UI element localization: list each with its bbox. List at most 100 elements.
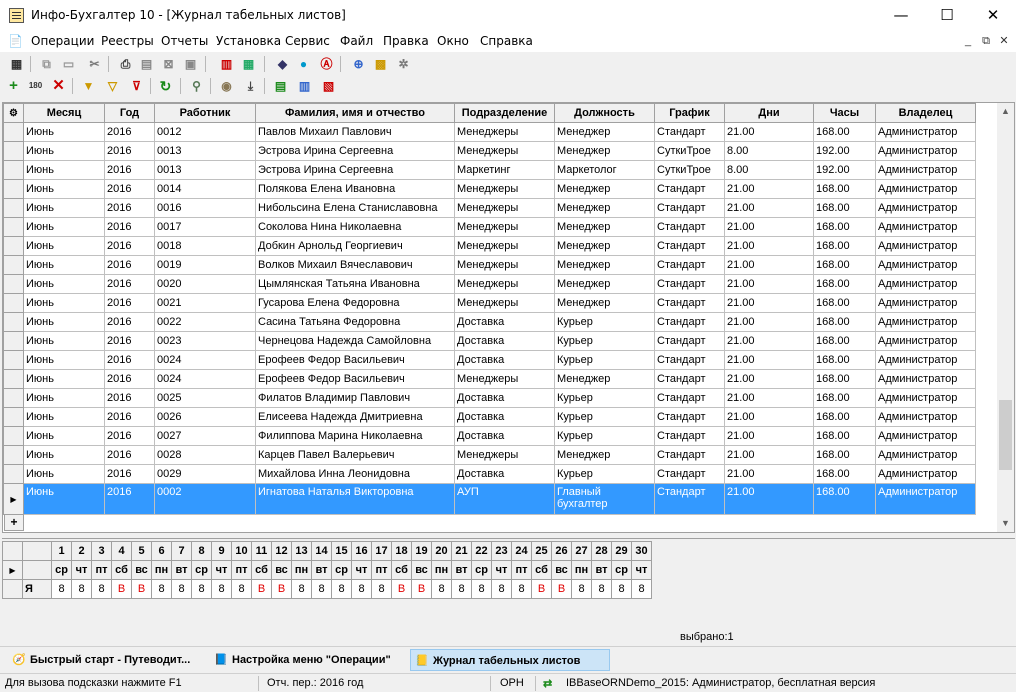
cell-month[interactable]: Июнь: [23, 312, 105, 332]
copy-icon[interactable]: ⧉: [38, 56, 55, 72]
row-selector[interactable]: [3, 312, 24, 332]
row-selector[interactable]: [3, 217, 24, 237]
cell-department[interactable]: Доставка: [454, 407, 555, 427]
cell-full-name[interactable]: Филатов Владимир Павлович: [255, 388, 455, 408]
cell-days[interactable]: 21.00: [724, 426, 814, 446]
cell-employee[interactable]: 0019: [154, 255, 256, 275]
cell-days[interactable]: 21.00: [724, 369, 814, 389]
paste-icon[interactable]: ▭: [60, 56, 77, 72]
access-icon[interactable]: Ⓐ: [318, 56, 335, 72]
cell-year[interactable]: 2016: [104, 293, 155, 313]
row-selector[interactable]: [3, 274, 24, 294]
table-row[interactable]: Июнь 2016 0012 Павлов Михаил Павлович Менедж…: [3, 122, 976, 142]
cell-month[interactable]: Июнь: [23, 426, 105, 446]
table-row[interactable]: Июнь 2016 0013 Эстрова Ирина Сергеевна Марке…: [3, 160, 976, 180]
settings-icon[interactable]: ✲: [395, 56, 412, 72]
calendar-day-value[interactable]: 8: [451, 579, 472, 599]
calendar-day-value[interactable]: 8: [91, 579, 112, 599]
cell-hours[interactable]: 168.00: [813, 255, 876, 275]
cell-year[interactable]: 2016: [104, 445, 155, 465]
cell-schedule[interactable]: Стандарт: [654, 198, 725, 218]
print-icon[interactable]: ⎙: [117, 56, 134, 72]
cell-schedule[interactable]: Стандарт: [654, 236, 725, 256]
grid-settings-icon[interactable]: ⚙: [3, 103, 24, 123]
cell-employee[interactable]: 0021: [154, 293, 256, 313]
cell-position[interactable]: Менеджер: [554, 141, 655, 161]
book-icon[interactable]: ◆: [274, 56, 291, 72]
cell-department[interactable]: Менеджеры: [454, 445, 555, 465]
table-row[interactable]: Июнь 2016 0029 Михайлова Инна Леонидовна Дос…: [3, 464, 976, 484]
cell-employee[interactable]: 0014: [154, 179, 256, 199]
cell-position[interactable]: Курьер: [554, 331, 655, 351]
cell-department[interactable]: Менеджеры: [454, 179, 555, 199]
calendar-day-value[interactable]: 8: [471, 579, 492, 599]
cell-department[interactable]: Доставка: [454, 350, 555, 370]
cell-position[interactable]: Курьер: [554, 350, 655, 370]
cell-schedule[interactable]: Стандарт: [654, 293, 725, 313]
cell-days[interactable]: 21.00: [724, 483, 814, 515]
cell-position[interactable]: Менеджер: [554, 122, 655, 142]
calendar-day-value[interactable]: 8: [351, 579, 372, 599]
scrollbar-thumb[interactable]: [999, 400, 1012, 470]
cell-month[interactable]: Июнь: [23, 274, 105, 294]
cell-year[interactable]: 2016: [104, 217, 155, 237]
add-icon[interactable]: +: [5, 78, 22, 94]
cell-hours[interactable]: 168.00: [813, 217, 876, 237]
cell-year[interactable]: 2016: [104, 407, 155, 427]
table-row[interactable]: Июнь 2016 0014 Полякова Елена Ивановна Менед…: [3, 179, 976, 199]
cell-department[interactable]: Менеджеры: [454, 198, 555, 218]
cell-position[interactable]: Менеджер: [554, 217, 655, 237]
cell-schedule[interactable]: СуткиТрое: [654, 160, 725, 180]
cell-month[interactable]: Июнь: [23, 293, 105, 313]
cell-department[interactable]: Менеджеры: [454, 293, 555, 313]
row-selector[interactable]: [3, 331, 24, 351]
cell-full-name[interactable]: Павлов Михаил Павлович: [255, 122, 455, 142]
cell-owner[interactable]: Администратор: [875, 426, 976, 446]
column-header-full-name[interactable]: Фамилия, имя и отчество: [255, 103, 455, 123]
cell-hours[interactable]: 192.00: [813, 141, 876, 161]
cell-position[interactable]: Менеджер: [554, 179, 655, 199]
cell-days[interactable]: 21.00: [724, 255, 814, 275]
cell-position[interactable]: Менеджер: [554, 236, 655, 256]
cell-days[interactable]: 21.00: [724, 122, 814, 142]
cell-year[interactable]: 2016: [104, 198, 155, 218]
row-selector[interactable]: [3, 369, 24, 389]
cell-year[interactable]: 2016: [104, 331, 155, 351]
cell-employee[interactable]: 0022: [154, 312, 256, 332]
cell-hours[interactable]: 168.00: [813, 198, 876, 218]
cell-department[interactable]: Менеджеры: [454, 369, 555, 389]
column-header-department[interactable]: Подразделение: [454, 103, 555, 123]
filter-icon[interactable]: ▼: [80, 78, 97, 94]
cell-department[interactable]: Доставка: [454, 331, 555, 351]
cell-days[interactable]: 21.00: [724, 388, 814, 408]
cell-full-name[interactable]: Полякова Елена Ивановна: [255, 179, 455, 199]
cell-employee[interactable]: 0025: [154, 388, 256, 408]
row-selector[interactable]: [3, 293, 24, 313]
cell-schedule[interactable]: Стандарт: [654, 388, 725, 408]
cell-days[interactable]: 8.00: [724, 160, 814, 180]
export-icon[interactable]: ▣: [182, 56, 199, 72]
cell-department[interactable]: Доставка: [454, 426, 555, 446]
tab-timesheet-journal[interactable]: 📒 Журнал табельных листов: [410, 649, 610, 671]
calendar-day-value[interactable]: 8: [611, 579, 632, 599]
table-row[interactable]: Июнь 2016 0022 Сасина Татьяна Федоровна Дост…: [3, 312, 976, 332]
cell-full-name[interactable]: Добкин Арнольд Георгиевич: [255, 236, 455, 256]
cell-schedule[interactable]: Стандарт: [654, 445, 725, 465]
cell-hours[interactable]: 168.00: [813, 350, 876, 370]
cell-department[interactable]: АУП: [454, 483, 555, 515]
cell-schedule[interactable]: Стандарт: [654, 217, 725, 237]
calendar-day-value[interactable]: 8: [191, 579, 212, 599]
cell-month[interactable]: Июнь: [23, 179, 105, 199]
cell-employee[interactable]: 0017: [154, 217, 256, 237]
cell-owner[interactable]: Администратор: [875, 388, 976, 408]
row-selector[interactable]: [3, 464, 24, 484]
cell-position[interactable]: Менеджер: [554, 198, 655, 218]
cell-month[interactable]: Июнь: [23, 350, 105, 370]
cell-year[interactable]: 2016: [104, 122, 155, 142]
cell-position[interactable]: Курьер: [554, 464, 655, 484]
preview-icon[interactable]: ▤: [138, 56, 155, 72]
cell-department[interactable]: Менеджеры: [454, 141, 555, 161]
calendar-day-value[interactable]: В: [131, 579, 152, 599]
cell-schedule[interactable]: Стандарт: [654, 407, 725, 427]
cell-days[interactable]: 21.00: [724, 274, 814, 294]
